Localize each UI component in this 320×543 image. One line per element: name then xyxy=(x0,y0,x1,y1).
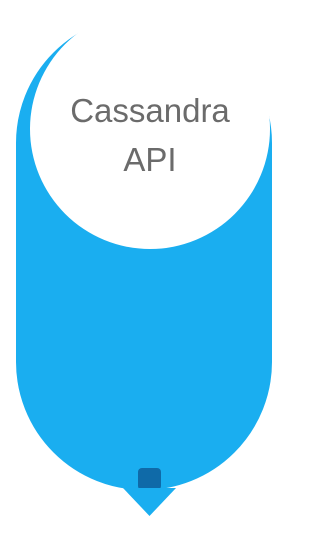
label-circle xyxy=(30,9,270,249)
label-line-1: Cassandra xyxy=(70,92,230,129)
arrow-head xyxy=(123,488,176,516)
api-pill-diagram: Cassandra API xyxy=(12,9,276,516)
arrow-shaft xyxy=(138,468,161,490)
label-line-2: API xyxy=(123,141,176,178)
